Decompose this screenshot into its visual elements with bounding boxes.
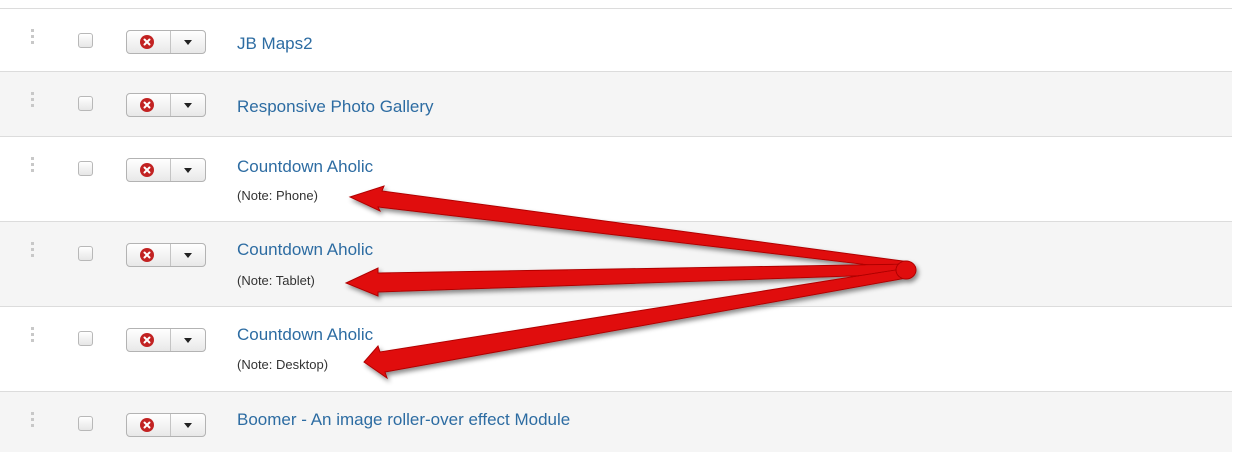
arrow-origin <box>895 260 917 280</box>
annotation-arrows <box>344 185 917 380</box>
arrow-to-phone-note <box>348 185 913 271</box>
